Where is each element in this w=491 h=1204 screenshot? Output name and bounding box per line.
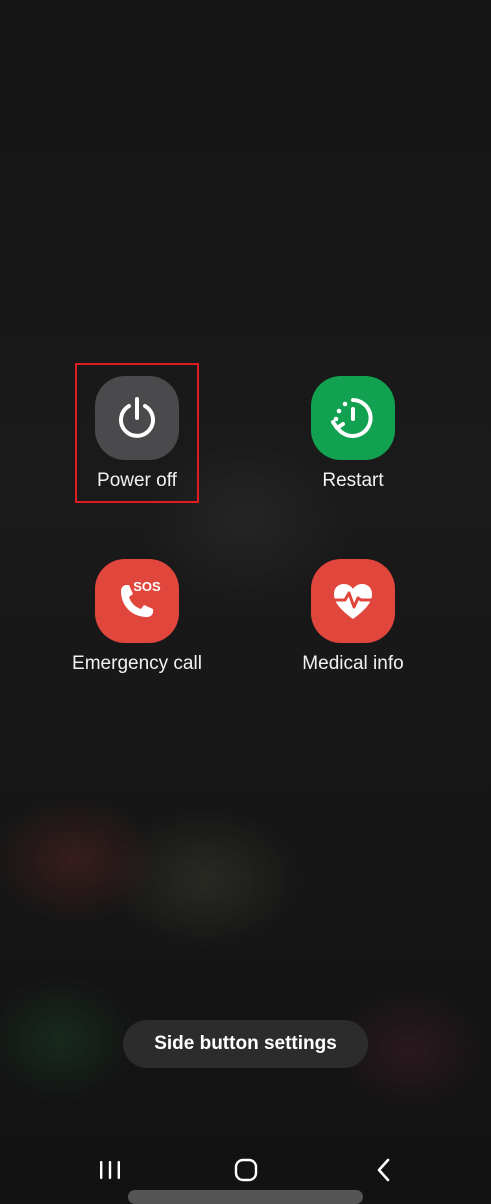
emergency-call-label: Emergency call: [72, 653, 202, 674]
medical-info-icon-tile[interactable]: [311, 559, 395, 643]
emergency-call-icon-tile[interactable]: SOS: [95, 559, 179, 643]
power-icon: [119, 397, 155, 438]
power-off-icon-tile[interactable]: [95, 376, 179, 460]
back-button[interactable]: [364, 1154, 404, 1186]
restart-icon: [331, 398, 373, 438]
power-off-label: Power off: [97, 470, 177, 491]
home-button[interactable]: [226, 1154, 266, 1186]
gesture-handle[interactable]: [128, 1190, 363, 1204]
restart-label: Restart: [322, 470, 384, 491]
recent-apps-icon: [100, 1161, 120, 1179]
sos-phone-icon: SOS: [121, 579, 161, 617]
medical-info-button[interactable]: Medical info: [243, 559, 463, 675]
restart-icon-tile[interactable]: [311, 376, 395, 460]
recent-apps-button[interactable]: [90, 1154, 130, 1186]
sos-text: SOS: [133, 579, 161, 594]
heart-pulse-icon: [333, 584, 373, 619]
home-icon: [234, 1158, 258, 1182]
power-off-button[interactable]: Power off: [27, 376, 247, 492]
side-button-settings-button[interactable]: Side button settings: [123, 1020, 368, 1068]
side-button-settings-label: Side button settings: [154, 1033, 337, 1054]
medical-info-label: Medical info: [302, 653, 404, 674]
back-icon: [377, 1158, 390, 1182]
emergency-call-button[interactable]: SOS Emergency call: [27, 559, 247, 675]
restart-button[interactable]: Restart: [243, 376, 463, 492]
